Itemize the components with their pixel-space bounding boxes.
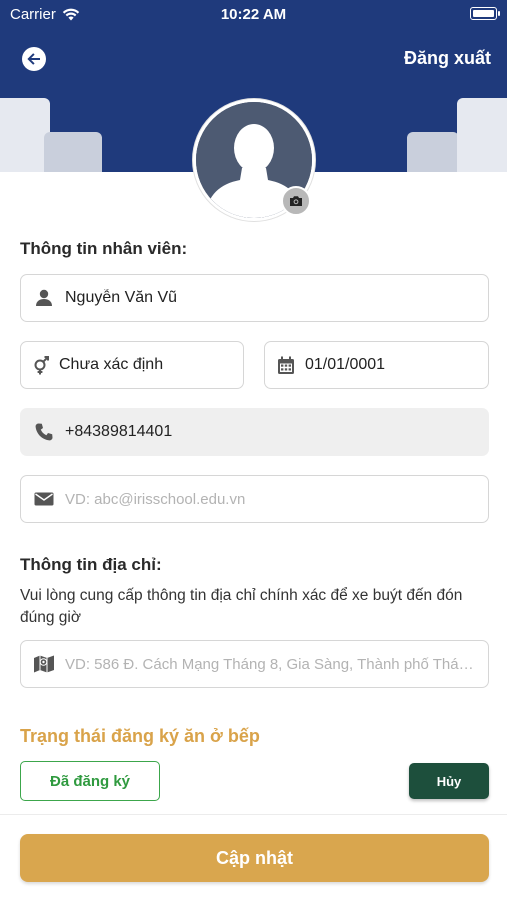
gender-value: Chưa xác định (59, 356, 164, 373)
phone-field: +84389814401 (20, 408, 489, 456)
logout-button[interactable]: Đăng xuất (404, 48, 491, 69)
registered-status-button[interactable]: Đã đăng ký (20, 761, 160, 801)
decor-block (44, 132, 102, 172)
address-description: Vui lòng cung cấp thông tin địa chỉ chín… (20, 587, 463, 626)
decor-block (0, 98, 50, 172)
employee-section-title: Thông tin nhân viên: (20, 239, 188, 258)
kitchen-status-title: Trạng thái đăng ký ăn ở bếp (20, 726, 260, 746)
phone-value: +84389814401 (65, 423, 173, 440)
change-avatar-button[interactable] (281, 186, 311, 216)
gender-select[interactable]: Chưa xác định (20, 341, 244, 389)
name-field[interactable]: Nguyễn Văn Vũ (20, 274, 489, 322)
battery-icon (470, 7, 500, 20)
name-value: Nguyễn Văn Vũ (65, 289, 178, 306)
map-icon (33, 653, 55, 675)
address-section-title: Thông tin địa chỉ: (20, 555, 162, 574)
camera-icon (290, 196, 302, 206)
update-button[interactable]: Cập nhật (20, 834, 489, 882)
calendar-icon (275, 354, 297, 376)
status-bar: Carrier 10:22 AM (0, 0, 507, 30)
person-icon (33, 287, 55, 309)
footer-divider (0, 814, 507, 815)
birthdate-value: 01/01/0001 (305, 356, 386, 373)
address-field[interactable]: VD: 586 Đ. Cách Mạng Tháng 8, Gia Sàng, … (20, 640, 489, 688)
back-button[interactable] (22, 47, 46, 71)
envelope-icon (33, 488, 55, 510)
decor-block (407, 132, 459, 172)
email-field[interactable]: VD: abc@irisschool.edu.vn (20, 475, 489, 523)
back-arrow-icon (27, 53, 40, 65)
birthdate-picker[interactable]: 01/01/0001 (264, 341, 489, 389)
email-placeholder: VD: abc@irisschool.edu.vn (65, 490, 246, 508)
decor-block (457, 98, 507, 172)
address-placeholder: VD: 586 Đ. Cách Mạng Tháng 8, Gia Sàng, … (65, 655, 488, 673)
gender-icon (31, 354, 53, 376)
status-time: 10:22 AM (220, 6, 287, 23)
phone-icon (33, 421, 55, 443)
cancel-registration-button[interactable]: Hủy (409, 763, 489, 799)
